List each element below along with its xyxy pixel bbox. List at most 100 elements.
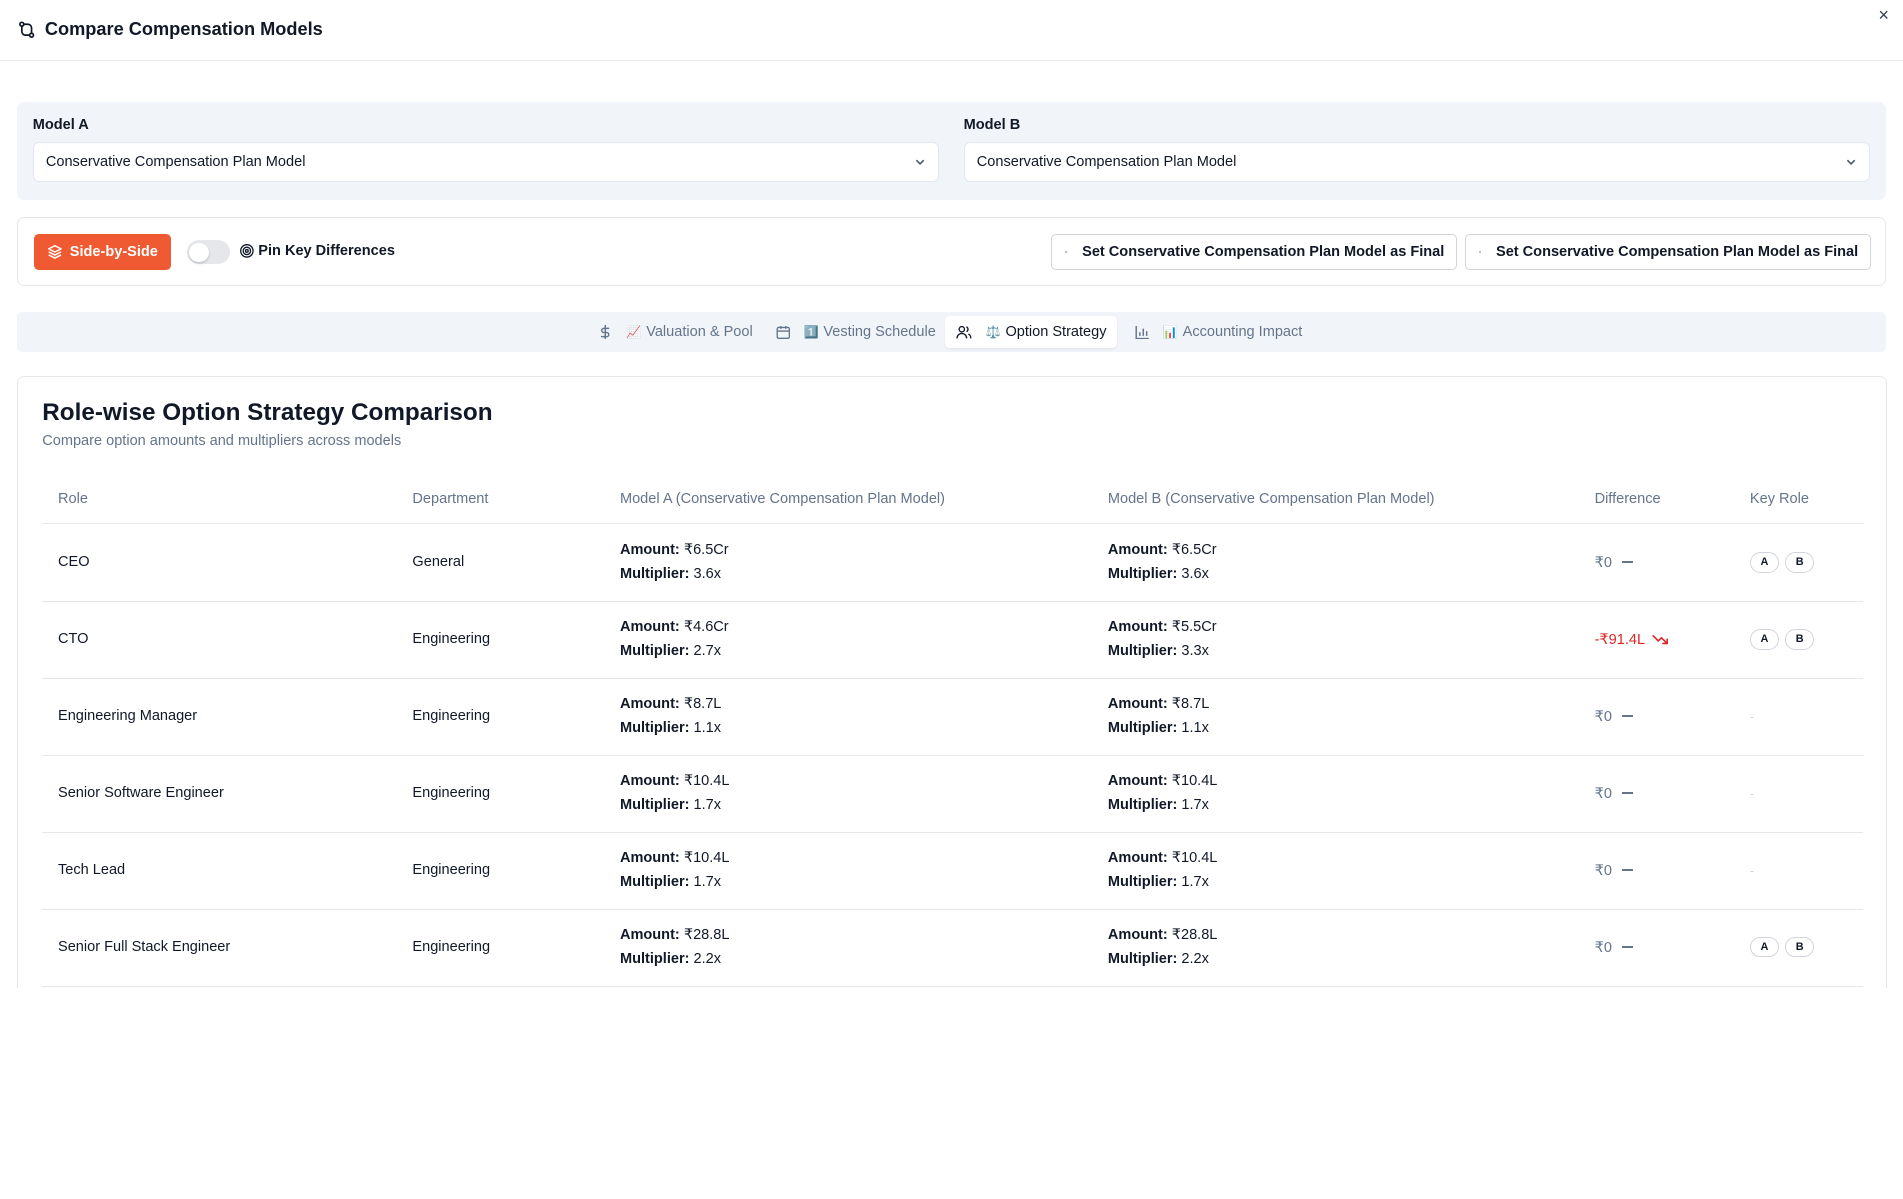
close-icon[interactable]: ×: [1874, 5, 1893, 25]
git-compare-icon: [17, 20, 36, 39]
cell-difference: -₹91.4L: [1595, 601, 1670, 677]
toggle-knob: [189, 242, 209, 262]
multiplier-label: Multiplier:: [1107, 874, 1178, 891]
dollar-icon: [598, 324, 613, 340]
tab-emoji: 📈: [626, 324, 642, 339]
tab-option-strategy[interactable]: ⚖️ Option Strategy: [945, 315, 1118, 349]
model-b-amount: ₹8.7L: [1171, 695, 1210, 712]
cell-role: Senior Software Engineer: [58, 785, 224, 802]
model-a-amount: ₹8.7L: [683, 695, 722, 712]
cell-model-a: Amount: ₹6.5Cr Multiplier: 3.6x: [620, 524, 729, 600]
difference-text: ₹0: [1594, 785, 1612, 802]
difference-value: ₹0: [1595, 939, 1633, 956]
check-circle-icon: [1065, 251, 1068, 254]
amount-label: Amount:: [1107, 849, 1168, 866]
model-a-multiplier: 2.7x: [693, 643, 722, 660]
dialog-title: Compare Compensation Models: [44, 19, 323, 40]
cell-department: Engineering: [412, 708, 491, 725]
tab-accounting-impact[interactable]: 📊 Accounting Impact: [1124, 316, 1313, 349]
multiplier-label: Multiplier:: [619, 951, 690, 968]
cell-department: General: [412, 554, 465, 571]
cell-difference: ₹0: [1595, 832, 1633, 908]
cell-role: CEO: [58, 554, 90, 571]
cell-model-a: Amount: ₹10.4L Multiplier: 1.7x: [620, 832, 730, 908]
target-icon: [239, 243, 254, 258]
cell-model-a: Amount: ₹10.4L Multiplier: 1.7x: [620, 755, 730, 831]
key-role-badge-b: B: [1785, 551, 1815, 573]
set-model-a-final-button[interactable]: Set Conservative Compensation Plan Model…: [1050, 234, 1458, 271]
table-row: Tech Lead Engineering Amount: ₹10.4L Multip…: [42, 832, 1863, 910]
cell-model-b: Amount: ₹10.4L Multiplier: 1.7x: [1108, 832, 1218, 908]
bar-chart-icon: [1135, 325, 1150, 340]
difference-value: ₹0: [1595, 785, 1633, 802]
amount-label: Amount:: [1107, 618, 1168, 635]
key-role-badge-a: A: [1749, 551, 1780, 573]
cell-department: Engineering: [412, 631, 491, 648]
model-a-amount: ₹4.6Cr: [683, 618, 729, 635]
multiplier-label: Multiplier:: [619, 797, 690, 814]
model-b-select[interactable]: Conservative Compensation Plan Model: [963, 142, 1871, 183]
tab-valuation-pool[interactable]: 📈 Valuation & Pool: [587, 316, 763, 349]
users-icon: [956, 325, 972, 340]
amount-label: Amount:: [619, 849, 680, 866]
cell-department: Engineering: [412, 785, 491, 802]
pin-key-differences-label: Pin Key Differences: [258, 242, 395, 259]
model-a-multiplier: 1.1x: [693, 720, 722, 737]
pin-differences-toggle[interactable]: [186, 240, 231, 265]
model-a-amount: ₹6.5Cr: [683, 542, 729, 559]
amount-label: Amount:: [1107, 695, 1168, 712]
model-b-multiplier: 3.6x: [1181, 566, 1209, 583]
cell-key-role: -: [1750, 832, 1754, 908]
model-a-multiplier: 2.2x: [693, 951, 722, 968]
model-a-amount: ₹10.4L: [683, 772, 730, 789]
model-b-amount: ₹5.5Cr: [1171, 618, 1217, 635]
table-row: Senior Software Engineer Engineering Amoun…: [42, 755, 1863, 833]
cell-difference: ₹0: [1595, 909, 1633, 985]
difference-text: ₹0: [1594, 862, 1612, 879]
model-b-group: Model B Conservative Compensation Plan M…: [963, 117, 1871, 183]
model-a-amount: ₹28.8L: [683, 926, 730, 943]
tab-label: Valuation & Pool: [646, 323, 753, 340]
cell-key-role: AB: [1749, 909, 1820, 985]
minus-icon: [1621, 869, 1633, 871]
model-b-amount: ₹10.4L: [1171, 849, 1218, 866]
model-a-select[interactable]: Conservative Compensation Plan Model: [32, 142, 940, 183]
chevron-down-icon: [1846, 159, 1856, 166]
multiplier-label: Multiplier:: [619, 874, 690, 891]
cell-model-a: Amount: ₹28.8L Multiplier: 2.2x: [620, 909, 730, 985]
minus-icon: [1621, 946, 1633, 948]
key-role-none: -: [1749, 708, 1755, 724]
model-b-multiplier: 1.7x: [1181, 874, 1209, 891]
key-role-badge-b: B: [1785, 628, 1815, 650]
multiplier-label: Multiplier:: [1107, 951, 1178, 968]
column-header-model-a: Model A (Conservative Compensation Plan …: [619, 491, 946, 508]
cell-role: Engineering Manager: [58, 708, 198, 725]
check-circle-icon: [1479, 251, 1482, 254]
set-model-b-final-button[interactable]: Set Conservative Compensation Plan Model…: [1464, 234, 1872, 271]
model-b-amount: ₹10.4L: [1171, 772, 1218, 789]
amount-label: Amount:: [1107, 772, 1168, 789]
model-a-amount: ₹10.4L: [683, 849, 730, 866]
tab-vesting-schedule[interactable]: 1️⃣ Vesting Schedule: [765, 316, 947, 349]
model-a-label: Model A: [32, 116, 89, 133]
layers-icon: [47, 245, 62, 260]
table-row: CEO General Amount: ₹6.5Cr Multiplier: 3.6x…: [42, 524, 1863, 602]
key-role-none: -: [1749, 785, 1755, 801]
difference-text: ₹0: [1594, 708, 1612, 725]
trending-down-icon: [1652, 634, 1669, 645]
cell-model-b: Amount: ₹8.7L Multiplier: 1.1x: [1108, 678, 1209, 754]
side-by-side-button[interactable]: Side-by-Side: [33, 234, 171, 271]
option-strategy-card: Role-wise Option Strategy Comparison Com…: [16, 376, 1888, 988]
table-header: Role Department Model A (Conservative Co…: [42, 479, 1863, 525]
column-header-model-b: Model B (Conservative Compensation Plan …: [1107, 491, 1435, 508]
difference-value: ₹0: [1595, 862, 1633, 879]
model-b-multiplier: 1.1x: [1181, 720, 1209, 737]
cell-role: Tech Lead: [58, 862, 126, 879]
difference-text: ₹0: [1594, 554, 1612, 571]
dialog-header: Compare Compensation Models: [0, 0, 1903, 61]
cell-model-b: Amount: ₹10.4L Multiplier: 1.7x: [1108, 755, 1218, 831]
minus-icon: [1621, 561, 1633, 564]
comparison-tabs: 📈 Valuation & Pool 1️⃣ Vesting Schedule …: [16, 311, 1887, 352]
model-a-multiplier: 1.7x: [693, 874, 722, 891]
minus-icon: [1621, 715, 1633, 718]
